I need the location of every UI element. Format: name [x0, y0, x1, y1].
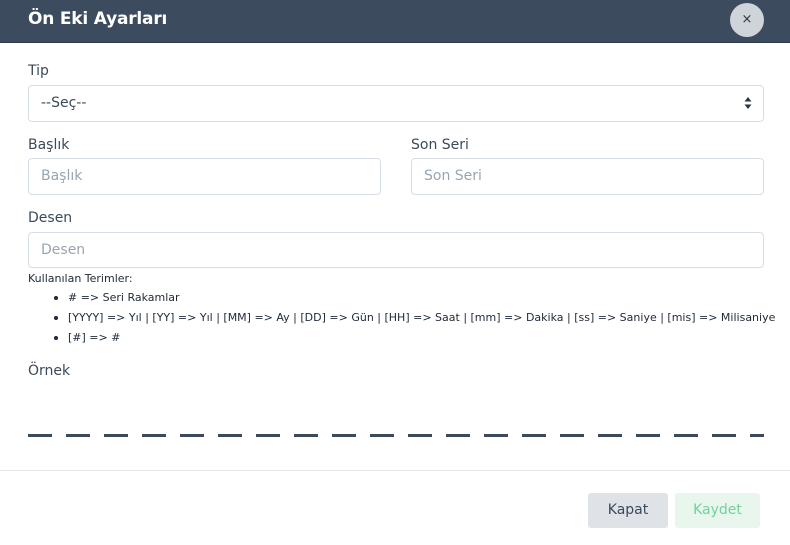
- baslik-input[interactable]: Başlık: [28, 158, 381, 195]
- dialog-title: Ön Eki Ayarları: [28, 9, 168, 29]
- terms-item: [#] => #: [28, 330, 775, 350]
- desen-placeholder: Desen: [41, 242, 86, 258]
- dialog-header: Ön Eki Ayarları ×: [0, 0, 790, 43]
- terms-list: # => Seri Rakamlar [YYYY] => Yıl | [YY] …: [28, 290, 775, 350]
- son-seri-label: Son Seri: [411, 137, 469, 153]
- example-preview-placeholder: [28, 434, 764, 437]
- tip-select[interactable]: --Seç--: [28, 85, 764, 122]
- kapat-button[interactable]: Kapat: [588, 493, 668, 528]
- footer-divider: [0, 470, 790, 471]
- close-icon: ×: [741, 12, 753, 27]
- baslik-placeholder: Başlık: [41, 168, 83, 184]
- ornek-label: Örnek: [28, 363, 71, 379]
- close-button[interactable]: ×: [730, 3, 764, 37]
- terms-title: Kullanılan Terimler:: [28, 272, 133, 285]
- tip-select-value: --Seç--: [41, 95, 87, 111]
- kaydet-button[interactable]: Kaydet: [675, 493, 760, 528]
- terms-item: [YYYY] => Yıl | [YY] => Yıl | [MM] => Ay…: [28, 310, 775, 330]
- sort-caret-icon: [744, 97, 752, 109]
- terms-item: # => Seri Rakamlar: [28, 290, 775, 310]
- desen-input[interactable]: Desen: [28, 232, 764, 268]
- desen-label: Desen: [28, 210, 73, 226]
- son-seri-input[interactable]: Son Seri: [411, 158, 764, 195]
- baslik-label: Başlık: [28, 137, 70, 153]
- son-seri-placeholder: Son Seri: [424, 168, 482, 184]
- tip-label: Tip: [28, 63, 49, 79]
